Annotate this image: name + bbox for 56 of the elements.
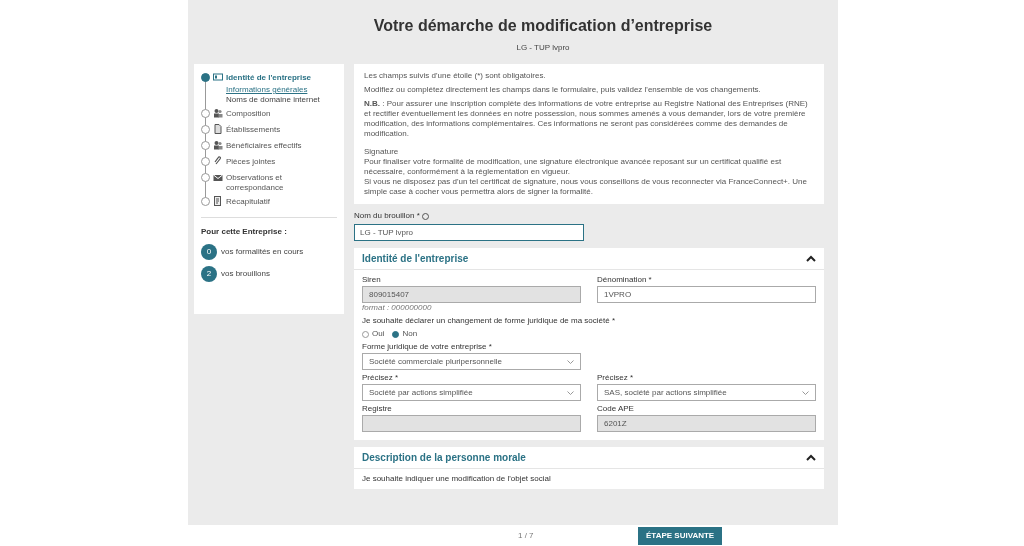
chevron-up-icon[interactable] bbox=[806, 454, 816, 461]
section-title: Description de la personne morale bbox=[362, 451, 526, 465]
document-icon bbox=[213, 124, 223, 134]
signature-text: Signature bbox=[364, 147, 400, 157]
step-link[interactable]: Récapitulatif bbox=[226, 197, 336, 207]
field-label: Code APE bbox=[597, 404, 635, 414]
draft-name-field[interactable]: LG - TUP lvpro bbox=[354, 224, 584, 241]
page-title: Votre démarche de modification d’entreprise bbox=[373, 16, 713, 36]
field-label: Précisez * bbox=[597, 373, 634, 383]
people-icon bbox=[213, 108, 223, 118]
field-label: Registre bbox=[362, 404, 393, 414]
field-label: Dénomination * bbox=[597, 275, 653, 285]
question-text: Je souhaite déclarer un changement de forme juridique de ma société * bbox=[362, 316, 617, 326]
people-icon bbox=[213, 140, 223, 150]
panel-link[interactable]: vos brouillons bbox=[221, 268, 270, 280]
dropdown[interactable]: SAS, société par actions simplifiée bbox=[597, 384, 816, 401]
field-label: Précisez * bbox=[362, 373, 399, 383]
field-label: Siren bbox=[362, 275, 382, 285]
info-paragraph: Modifiez ou complétez directement les champs dans le formulaire, puis validez l'ensemble de vos changements. bbox=[364, 85, 762, 95]
caret-icon bbox=[567, 359, 574, 364]
question-text: Je souhaite indiquer une modification de l'objet social bbox=[361, 473, 552, 485]
radio-option[interactable]: Non bbox=[392, 329, 418, 339]
dropdown[interactable]: Société par actions simplifiée bbox=[362, 384, 581, 401]
substep-link[interactable]: Informations générales bbox=[226, 85, 337, 95]
chevron-up-icon[interactable] bbox=[806, 255, 816, 262]
caret-icon bbox=[567, 390, 574, 395]
step-link[interactable]: Observations et correspondance bbox=[226, 173, 336, 193]
step-link[interactable]: Bénéficiaires effectifs bbox=[226, 141, 336, 151]
panel-heading: Pour cette Entreprise : bbox=[201, 226, 288, 238]
step-link[interactable]: Pièces jointes bbox=[226, 157, 336, 167]
report-icon bbox=[213, 196, 223, 206]
signature-text: Si vous ne disposez pas d'un tel certificat de signature, nous vous conseillons de vous reconnecter via FranceConnect+. Une simple case à cocher vous permettra alors de signer la formalité. bbox=[364, 177, 808, 197]
envelope-icon bbox=[213, 172, 223, 182]
caret-icon bbox=[802, 390, 809, 395]
info-paragraph: N.B. : Pour assurer une inscription complète des informations de votre entreprise au Registre National des Entreprises (RNE) et rectifier éventuellement les données en notre possession, nous sommes amenés à vous demander, lors de votre première modification, des informations complémentaires. Ces informations ne seront pas considérées comme des demandes de modification. bbox=[364, 99, 809, 139]
section-title: Identité de l'entreprise bbox=[362, 252, 469, 266]
field-hint: format : 000000000 bbox=[362, 303, 433, 313]
step-link[interactable]: Établissements bbox=[226, 125, 336, 135]
substep-link[interactable]: Noms de domaine internet bbox=[226, 95, 337, 105]
panel-link[interactable]: vos formalités en cours bbox=[221, 246, 304, 258]
paperclip-icon bbox=[213, 156, 223, 166]
radio-option[interactable]: Oui bbox=[362, 329, 385, 339]
field-label: Forme juridique de votre entreprise * bbox=[362, 342, 493, 352]
count-badge: 2 bbox=[201, 266, 217, 282]
step-link[interactable]: Composition bbox=[226, 109, 336, 119]
step-link[interactable]: Identité de l'entreprise bbox=[226, 73, 336, 83]
signature-text: Pour finaliser votre formalité de modification, une signature électronique avancée reposant sur un certificat qualifié est nécessaire, conformément à la réglementation en vigueur. bbox=[364, 157, 783, 177]
field-label: Nom du brouillon * bbox=[354, 210, 420, 222]
dropdown[interactable]: Société commerciale pluripersonnelle bbox=[362, 353, 581, 370]
input-field[interactable]: 1VPRO bbox=[597, 286, 816, 303]
id-card-icon bbox=[213, 72, 223, 82]
next-step-button[interactable]: ÉTAPE SUIVANTE bbox=[638, 527, 723, 545]
page-indicator: 1 / 7 bbox=[518, 529, 534, 542]
info-paragraph: Les champs suivis d'une étoile (*) sont obligatoires. bbox=[364, 71, 547, 81]
page-subtitle: LG - TUP lvpro bbox=[516, 42, 570, 54]
count-badge: 0 bbox=[201, 244, 217, 260]
